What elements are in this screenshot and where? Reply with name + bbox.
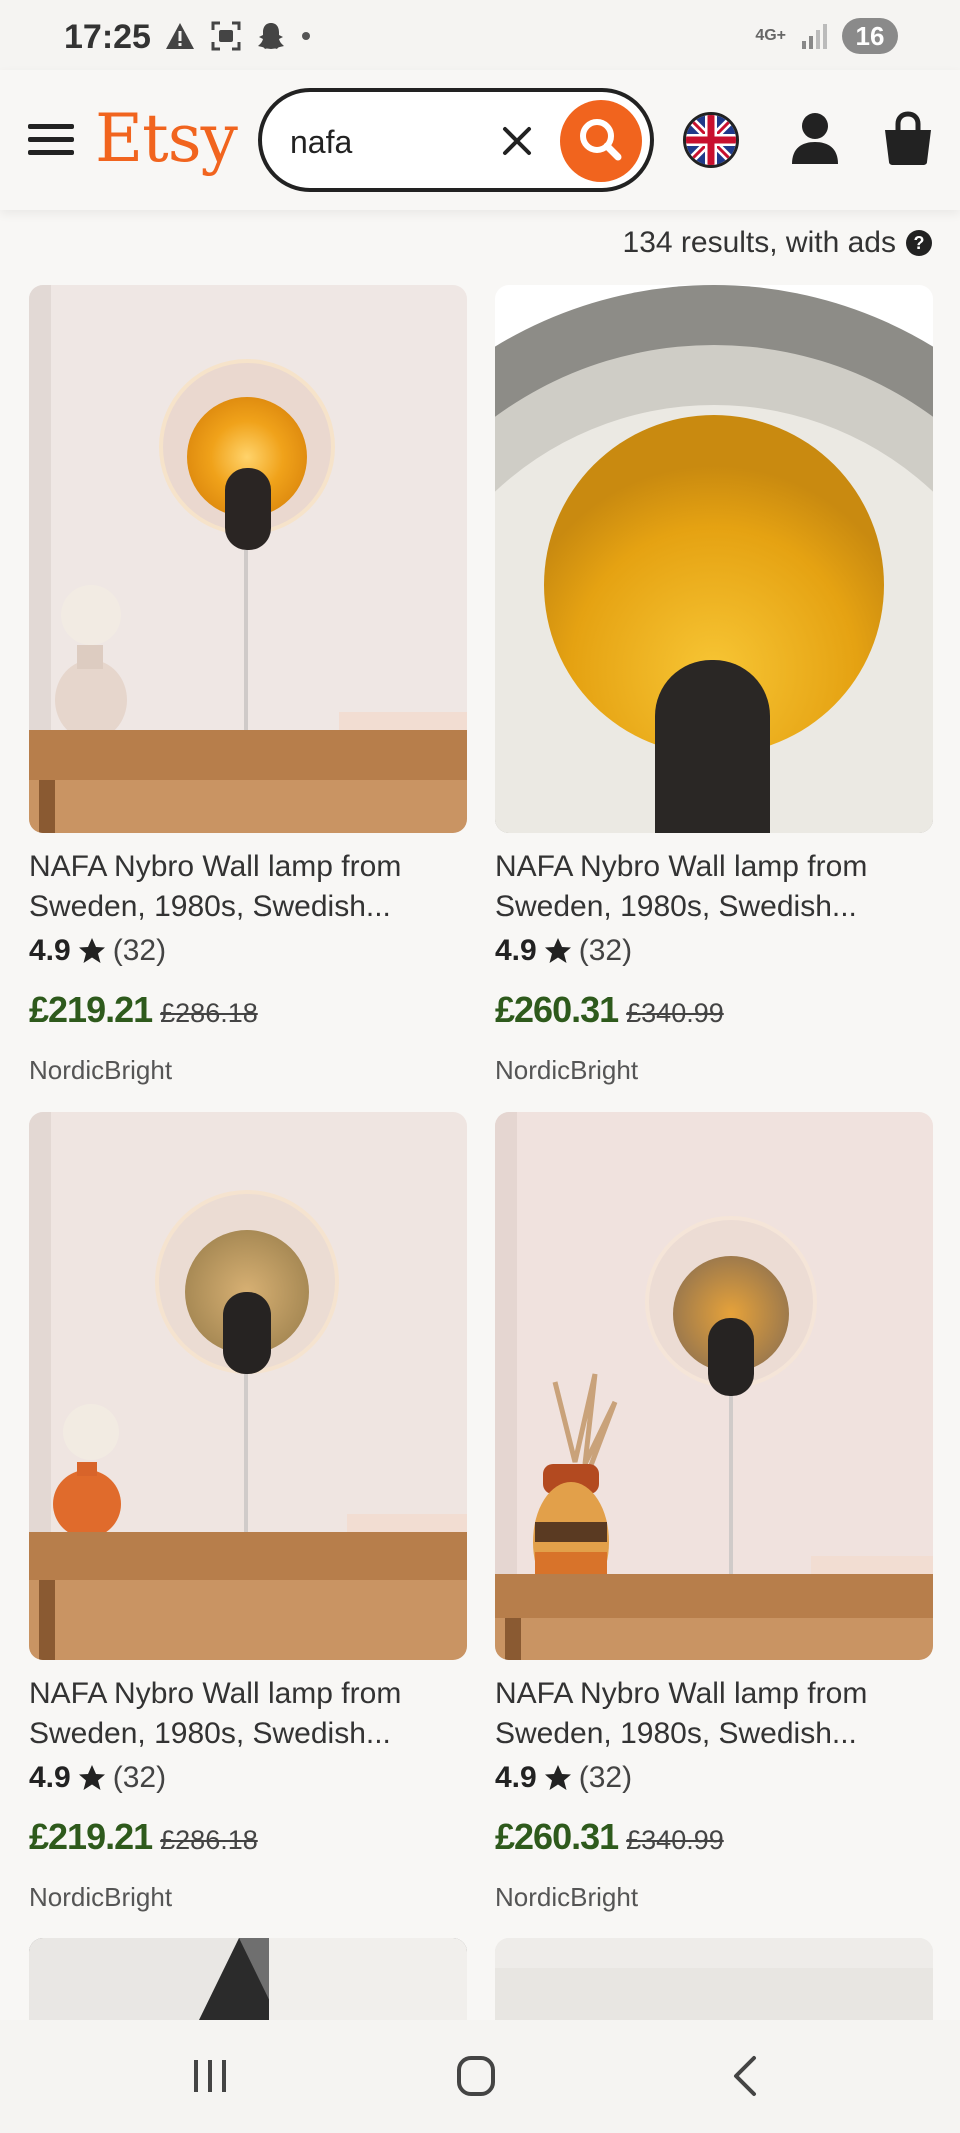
search-icon [580, 119, 622, 161]
listing-rating: 4.9 (32) [29, 931, 467, 971]
back-icon[interactable] [728, 2054, 764, 2098]
star-icon [544, 938, 571, 963]
notification-icons [164, 20, 312, 52]
rating-value: 4.9 [495, 1761, 537, 1794]
listing-title[interactable]: NAFA Nybro Wall lamp from Sweden, 1980s,… [495, 847, 933, 927]
review-count: (32) [578, 934, 633, 967]
warning-icon [166, 23, 194, 49]
shop-name[interactable]: NordicBright [29, 1882, 467, 1913]
listing-image-partial[interactable] [495, 1938, 933, 2020]
dot-icon [302, 32, 310, 40]
review-count: (32) [112, 934, 167, 967]
listing-card[interactable]: NAFA Nybro Wall lamp from Sweden, 1980s,… [29, 285, 467, 1086]
review-count: (32) [112, 1761, 167, 1794]
star-icon [78, 1765, 105, 1790]
sale-price: £260.31 [495, 1816, 619, 1857]
review-count: (32) [578, 1761, 633, 1794]
screenshot-icon [211, 21, 241, 51]
listing-rating: 4.9 (32) [495, 931, 933, 971]
sale-price: £260.31 [495, 989, 619, 1030]
star-icon [544, 1765, 571, 1790]
listing-rating: 4.9 (32) [29, 1758, 467, 1798]
rating-value: 4.9 [29, 934, 71, 967]
listing-image[interactable] [495, 285, 933, 833]
listing-image[interactable] [495, 1112, 933, 1660]
listing-title[interactable]: NAFA Nybro Wall lamp from Sweden, 1980s,… [495, 1674, 933, 1754]
listing-image[interactable] [29, 1112, 467, 1660]
listing-image[interactable] [29, 285, 467, 833]
system-nav-bar [0, 2020, 960, 2133]
search-button[interactable] [560, 100, 642, 182]
original-price: £286.18 [160, 1825, 258, 1855]
original-price: £340.99 [626, 998, 724, 1028]
snapchat-icon [258, 23, 284, 49]
status-bar: 17:25 4G+ 16 [0, 0, 960, 70]
system-status: 4G+ 16 [755, 18, 898, 54]
listing-rating: 4.9 (32) [495, 1758, 933, 1798]
listing-card[interactable]: NAFA Nybro Wall lamp from Sweden, 1980s,… [495, 285, 933, 1086]
network-type: 4G+ [755, 27, 786, 44]
search-input[interactable]: nafa [258, 88, 654, 192]
results-summary: 134 results, with ads ? [623, 226, 932, 260]
price-row: £219.21 £286.18 [29, 1816, 467, 1858]
etsy-logo[interactable]: Etsy [95, 100, 238, 177]
sale-price: £219.21 [29, 1816, 153, 1857]
account-icon[interactable] [790, 110, 840, 166]
shop-name[interactable]: NordicBright [495, 1055, 933, 1086]
status-time: 17:25 [64, 18, 151, 56]
listing-title[interactable]: NAFA Nybro Wall lamp from Sweden, 1980s,… [29, 1674, 467, 1754]
shopping-bag-icon[interactable] [882, 110, 934, 166]
price-row: £219.21 £286.18 [29, 989, 467, 1031]
listing-image-partial[interactable] [29, 1938, 467, 2020]
help-icon[interactable]: ? [906, 230, 932, 256]
battery-indicator: 16 [842, 18, 898, 54]
price-row: £260.31 £340.99 [495, 989, 933, 1031]
shop-name[interactable]: NordicBright [29, 1055, 467, 1086]
recent-apps-icon[interactable] [190, 2056, 230, 2096]
search-query[interactable]: nafa [290, 124, 352, 161]
listing-title[interactable]: NAFA Nybro Wall lamp from Sweden, 1980s,… [29, 847, 467, 927]
rating-value: 4.9 [29, 1761, 71, 1794]
uk-flag-icon[interactable] [683, 112, 739, 168]
rating-value: 4.9 [495, 934, 537, 967]
price-row: £260.31 £340.99 [495, 1816, 933, 1858]
shop-name[interactable]: NordicBright [495, 1882, 933, 1913]
app-header: Etsy nafa [0, 70, 960, 210]
star-icon [78, 938, 105, 963]
original-price: £340.99 [626, 1825, 724, 1855]
results-count: 134 results, with ads [622, 226, 896, 259]
original-price: £286.18 [160, 998, 258, 1028]
listing-card[interactable]: NAFA Nybro Wall lamp from Sweden, 1980s,… [29, 1112, 467, 1913]
clear-search-icon[interactable] [498, 122, 536, 160]
listing-card[interactable]: NAFA Nybro Wall lamp from Sweden, 1980s,… [495, 1112, 933, 1913]
home-icon[interactable] [456, 2054, 496, 2098]
signal-icon [802, 24, 827, 49]
sale-price: £219.21 [29, 989, 153, 1030]
menu-icon[interactable] [26, 118, 76, 162]
